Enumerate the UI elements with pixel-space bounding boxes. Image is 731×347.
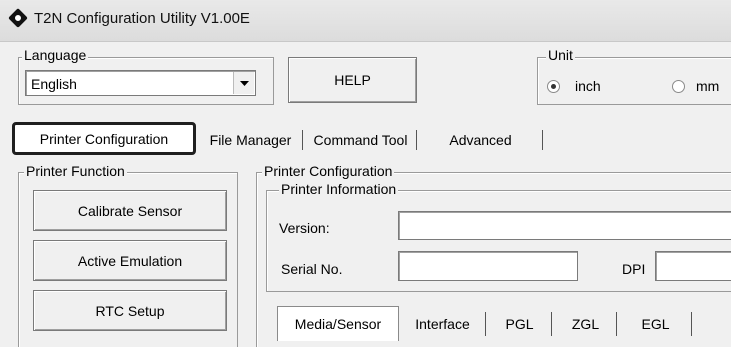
- printer-configuration-legend: Printer Configuration: [262, 163, 395, 179]
- tab-file-manager[interactable]: File Manager: [199, 130, 303, 150]
- unit-mm-radio[interactable]: [672, 80, 685, 93]
- unit-inch-radio[interactable]: [547, 80, 560, 93]
- tab-printer-configuration[interactable]: Printer Configuration: [12, 122, 196, 155]
- printer-function-legend: Printer Function: [24, 163, 127, 179]
- calibrate-sensor-button[interactable]: Calibrate Sensor: [33, 190, 227, 231]
- help-button[interactable]: HELP: [288, 57, 417, 103]
- language-value: English: [31, 76, 77, 92]
- version-field[interactable]: [398, 211, 731, 240]
- serial-label: Serial No.: [281, 261, 343, 277]
- subtab-pgl[interactable]: PGL: [488, 312, 552, 336]
- unit-inch-label: inch: [575, 78, 601, 94]
- tab-advanced[interactable]: Advanced: [419, 130, 543, 150]
- serial-field[interactable]: [398, 251, 578, 281]
- active-emulation-button[interactable]: Active Emulation: [33, 240, 227, 281]
- printer-information-legend: Printer Information: [279, 181, 399, 197]
- dpi-field[interactable]: [655, 251, 731, 281]
- subtab-media-sensor[interactable]: Media/Sensor: [277, 306, 399, 341]
- language-select[interactable]: English: [25, 70, 256, 96]
- dpi-label: DPI: [622, 261, 646, 277]
- subtab-interface[interactable]: Interface: [400, 312, 486, 336]
- rtc-setup-button[interactable]: RTC Setup: [33, 290, 227, 331]
- subtab-zgl[interactable]: ZGL: [555, 312, 617, 336]
- unit-mm-label: mm: [696, 78, 720, 94]
- language-legend: Language: [22, 47, 89, 63]
- subtab-egl[interactable]: EGL: [620, 312, 692, 336]
- tab-command-tool[interactable]: Command Tool: [305, 130, 417, 150]
- window-title: T2N Configuration Utility V1.00E: [34, 10, 250, 27]
- unit-legend: Unit: [546, 47, 575, 63]
- version-label: Version:: [279, 220, 330, 236]
- chevron-down-icon[interactable]: [233, 72, 254, 94]
